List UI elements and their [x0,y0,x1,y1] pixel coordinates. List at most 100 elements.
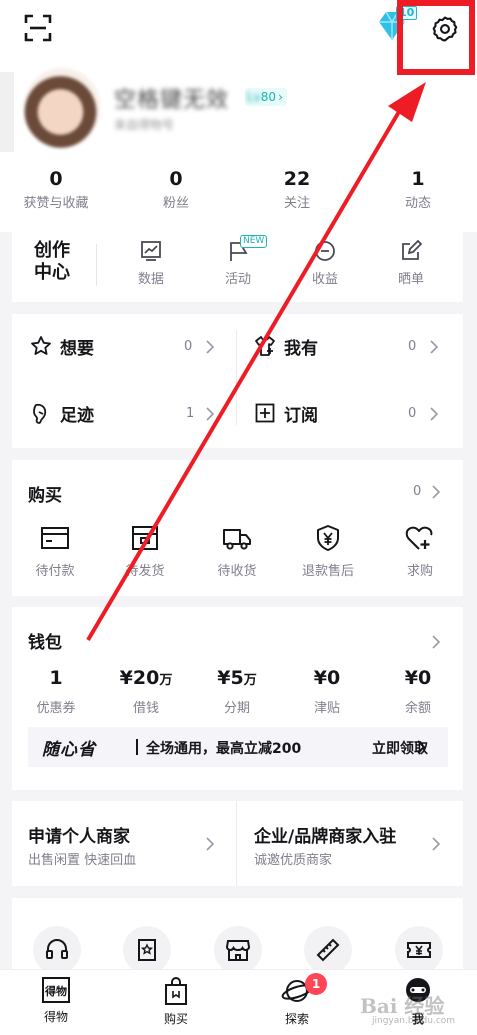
wallet-label: 借钱 [132,701,159,716]
buy-pending-receipt[interactable]: 待收货 [199,524,275,579]
merchant-subtitle: 诚邀优质商家 [254,853,333,868]
avatar[interactable] [24,68,100,148]
buy-item-label: 待收货 [217,564,257,579]
wallet-balance[interactable]: ¥0 余额 [378,666,458,716]
tab-label: 探索 [284,1012,309,1026]
purchases-title[interactable]: 购买 [28,481,62,506]
subscribe-count: 0 [408,406,417,421]
shirt-icon [255,336,275,356]
creation-item-data[interactable]: 数据 [121,240,181,287]
gear-icon [432,16,458,42]
buy-wanted[interactable]: 求购 [382,524,458,579]
buy-pending-payment[interactable]: 待付款 [17,524,93,579]
ruler-icon [316,938,340,962]
edit-icon [402,240,422,260]
wallet-value: ¥0 [287,666,367,693]
vip-level: 10 [396,6,418,20]
have-label: 我有 [284,338,318,359]
wallet-value-number: 1 [49,667,63,689]
service-store[interactable] [214,926,262,974]
settings-button[interactable] [426,10,464,48]
wallet-label: 优惠券 [36,701,76,716]
ticket-yen-icon [407,942,431,958]
photo-book-icon [138,939,156,961]
stat-label: 粉丝 [162,196,189,211]
want-label: 想要 [60,338,94,359]
divider [236,330,237,425]
chevron-right-icon[interactable] [431,485,441,499]
promo-logo: 随心省 [42,740,96,760]
tab-dewu[interactable]: 得物 得物 [16,976,96,1025]
scan-icon[interactable] [24,14,52,42]
stat-label: 获赞与收藏 [23,196,89,211]
footprint-item[interactable]: 足迹 [30,398,94,428]
divider [96,244,97,286]
merchant-subtitle: 出售闲置 快速回血 [28,853,137,868]
buy-pending-shipment[interactable]: 待发货 [107,524,183,579]
truck-icon [223,529,251,550]
buy-item-label: 待发货 [125,564,165,579]
chevron-right-icon[interactable] [431,635,441,649]
service-album[interactable] [123,926,171,974]
wallet-coupon[interactable]: 1 优惠券 [16,666,96,716]
dewu-logo-icon: 得物 [42,977,70,1003]
wallet-value: 1 [16,666,96,693]
service-size[interactable] [304,926,352,974]
stat-likes[interactable]: 0 获赞与收藏 [6,168,106,211]
promo-banner[interactable]: 随心省 全场通用，最高立减200 立即领取 [28,727,448,767]
stat-posts[interactable]: 1 动态 [368,168,468,211]
wallet-allowance[interactable]: ¥0 津贴 [287,666,367,716]
wallet-label: 津贴 [313,701,340,716]
coin-icon [315,241,335,261]
creation-center-title[interactable]: 创作 中心 [34,240,74,284]
purchases-count: 0 [413,484,422,499]
chevron-right-icon [417,740,426,754]
watermark-sub: jingyan.baidu.com [372,1016,456,1026]
level-prefix: Lv [247,90,261,104]
buy-refund[interactable]: 退款售后 [290,524,366,579]
wallet-installment[interactable]: ¥5万 分期 [197,666,277,716]
wallet-label: 分期 [223,701,250,716]
wallet-value: ¥5万 [197,666,277,693]
personal-merchant-entry[interactable]: 申请个人商家 出售闲置 快速回血 [12,801,236,886]
stat-value: 0 [49,168,63,190]
creation-item-label: 晒单 [397,272,424,287]
subscribe-item[interactable]: 订阅 [254,398,318,428]
avatar-shadow [0,72,14,152]
creation-item-showcase[interactable]: 晒单 [381,240,441,287]
headset-icon [46,939,68,959]
creation-item-label: 数据 [137,272,164,287]
box-icon [132,526,158,550]
service-ticket[interactable] [395,926,443,974]
chevron-right-icon: › [278,90,283,104]
shield-yen-icon [317,525,339,551]
creation-item-label: 活动 [224,272,251,287]
have-count: 0 [408,339,417,354]
stat-fans[interactable]: 0 粉丝 [126,168,226,211]
wallet-value: ¥20万 [106,666,186,693]
wallet-loan[interactable]: ¥20万 借钱 [106,666,186,716]
stat-following[interactable]: 22 关注 [247,168,347,211]
level-badge[interactable]: Lv 80 › [245,88,287,106]
chevron-right-icon [206,837,215,851]
have-item[interactable]: 我有 [254,331,318,361]
buy-item-label: 求购 [406,564,433,579]
heart-plus-icon [405,526,433,550]
nickname[interactable]: 空格键无效 [114,82,229,114]
service-customer-support[interactable] [33,926,81,974]
plus-square-icon [255,403,275,423]
tab-label: 购买 [163,1012,188,1026]
wallet-title[interactable]: 钱包 [28,628,62,653]
wallet-value-number: ¥5 [217,667,244,689]
enterprise-merchant-entry[interactable]: 企业/品牌商家入驻 诚邀优质商家 [237,801,463,886]
want-item[interactable]: 想要 [30,331,94,361]
star-icon [31,336,51,355]
chevron-right-icon [206,407,215,421]
footprint-label: 足迹 [60,405,94,426]
tab-buy[interactable]: 购买 [136,976,216,1027]
creation-item-earnings[interactable]: 收益 [295,240,355,287]
chevron-right-icon [430,407,439,421]
divider [136,739,138,755]
footprint-icon [33,403,47,424]
stat-value: 1 [411,168,425,190]
